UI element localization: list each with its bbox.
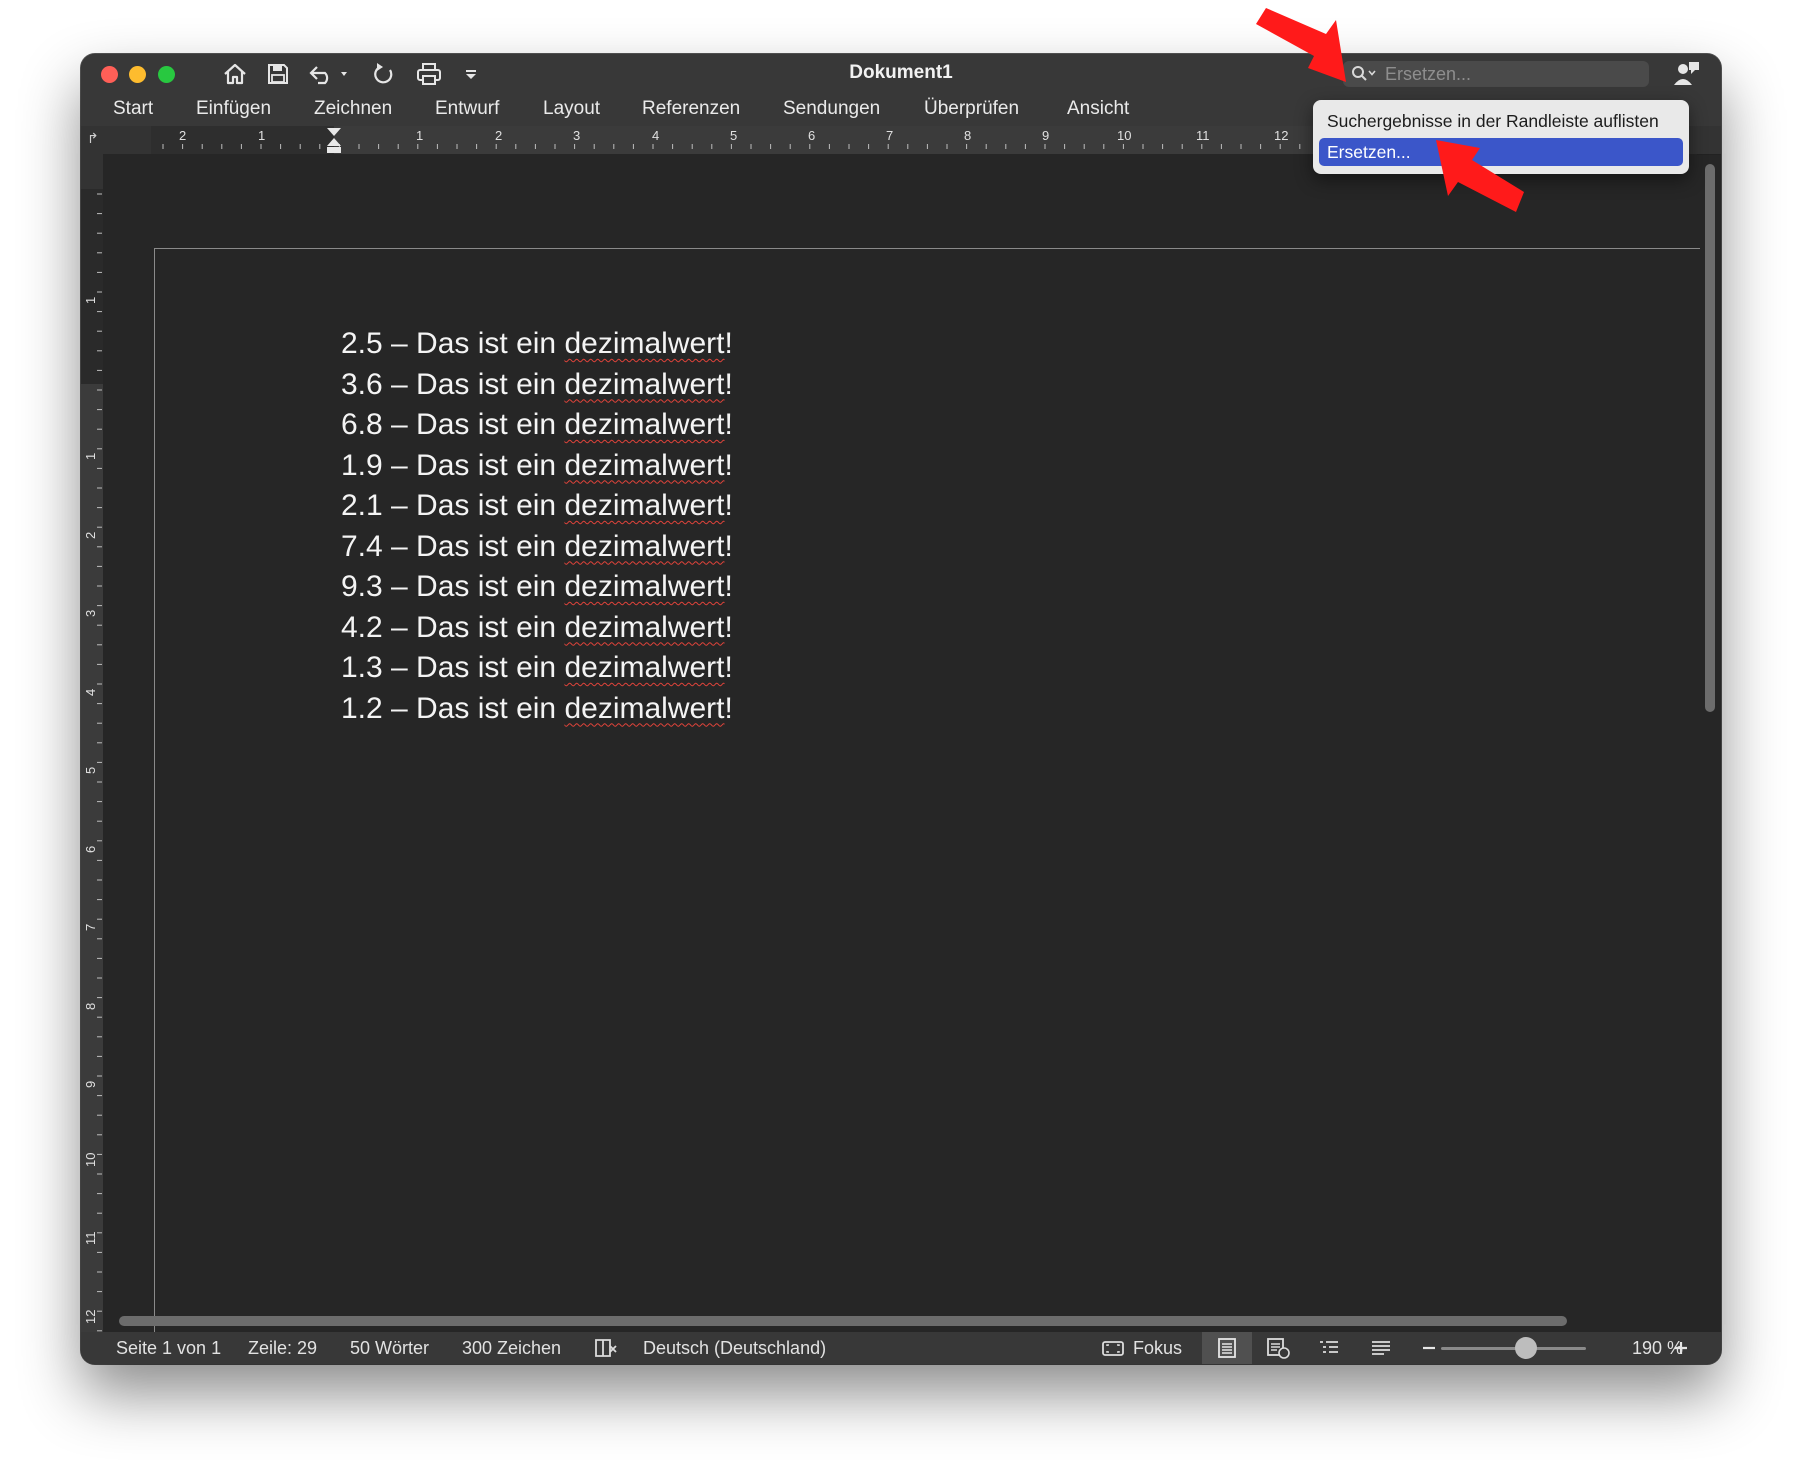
document-line[interactable]: 3.6 – Das ist ein dezimalwert! xyxy=(341,365,733,406)
horizontal-scrollbar[interactable] xyxy=(119,1316,1567,1326)
ruler-label: 6 xyxy=(808,128,815,143)
page-border xyxy=(154,248,155,1358)
ruler-label: 12 xyxy=(83,1310,98,1324)
zoom-slider-handle[interactable] xyxy=(1515,1337,1537,1359)
print-icon[interactable] xyxy=(413,60,445,88)
minimize-window-button[interactable] xyxy=(129,66,146,83)
share-icon[interactable] xyxy=(1673,60,1701,93)
customize-toolbar-icon[interactable] xyxy=(461,60,481,88)
document-line[interactable]: 7.4 – Das ist ein dezimalwert! xyxy=(341,527,733,568)
status-language[interactable]: Deutsch (Deutschland) xyxy=(643,1338,826,1359)
outline-view-icon[interactable] xyxy=(1317,1336,1341,1364)
ruler-label: 5 xyxy=(83,767,98,774)
ruler-label: 2 xyxy=(179,128,186,143)
page-border xyxy=(155,248,1700,249)
focus-button[interactable]: Fokus xyxy=(1133,1338,1182,1359)
ruler-label: 8 xyxy=(964,128,971,143)
ruler-label: 6 xyxy=(83,846,98,853)
ruler-label: 1 xyxy=(416,128,423,143)
status-words[interactable]: 50 Wörter xyxy=(350,1338,429,1359)
ruler-label: 11 xyxy=(1196,128,1210,143)
misspelled-word: dezimalwert xyxy=(564,570,725,603)
draft-view-icon[interactable] xyxy=(1369,1336,1393,1364)
ruler-label: 2 xyxy=(495,128,502,143)
zoom-slider[interactable] xyxy=(1441,1347,1586,1350)
status-page[interactable]: Seite 1 von 1 xyxy=(116,1338,221,1359)
document-line[interactable]: 1.2 – Das ist ein dezimalwert! xyxy=(341,689,733,730)
ruler-label: 10 xyxy=(83,1153,98,1167)
home-icon[interactable] xyxy=(219,60,251,88)
document-line[interactable]: 1.9 – Das ist ein dezimalwert! xyxy=(341,446,733,487)
ruler-label: 3 xyxy=(83,610,98,617)
tab-entwurf[interactable]: Entwurf xyxy=(435,98,499,120)
close-window-button[interactable] xyxy=(101,66,118,83)
search-box[interactable] xyxy=(1343,61,1649,87)
ruler-label: 1 xyxy=(83,453,98,460)
document-line[interactable]: 4.2 – Das ist ein dezimalwert! xyxy=(341,608,733,649)
save-icon[interactable] xyxy=(263,60,293,88)
vertical-scrollbar[interactable] xyxy=(1705,164,1715,712)
misspelled-word: dezimalwert xyxy=(564,489,725,522)
ruler-label: 11 xyxy=(83,1232,98,1246)
misspelled-word: dezimalwert xyxy=(564,651,725,684)
status-bar: Seite 1 von 1 Zeile: 29 50 Wörter 300 Ze… xyxy=(81,1332,1721,1364)
document-line[interactable]: 1.3 – Das ist ein dezimalwert! xyxy=(341,648,733,689)
annotation-arrow-icon xyxy=(1256,8,1346,82)
vruler-ticks: 1 1 2 3 4 5 6 7 8 9 10 11 12 xyxy=(81,189,103,1334)
proofing-icon[interactable] xyxy=(593,1336,619,1364)
undo-icon[interactable] xyxy=(307,60,351,88)
web-layout-icon[interactable] xyxy=(1265,1336,1291,1364)
ruler-label: 2 xyxy=(83,532,98,539)
tab-layout[interactable]: Layout xyxy=(543,98,600,120)
document-line[interactable]: 2.5 – Das ist ein dezimalwert! xyxy=(341,324,733,365)
search-icon[interactable] xyxy=(1351,65,1377,83)
annotation-arrow-icon xyxy=(1436,140,1524,212)
redo-icon[interactable] xyxy=(369,60,399,88)
document-line[interactable]: 2.1 – Das ist ein dezimalwert! xyxy=(341,486,733,527)
tab-einfuegen[interactable]: Einfügen xyxy=(196,98,271,120)
focus-icon[interactable] xyxy=(1101,1336,1125,1364)
misspelled-word: dezimalwert xyxy=(564,448,725,482)
status-line: Zeile: 29 xyxy=(248,1338,318,1358)
maximize-window-button[interactable] xyxy=(158,66,175,83)
misspelled-word: dezimalwert xyxy=(564,327,725,360)
tab-ueberpruefen[interactable]: Überprüfen xyxy=(924,98,1019,120)
misspelled-word: dezimalwert xyxy=(564,691,725,725)
tab-ansicht[interactable]: Ansicht xyxy=(1067,98,1129,120)
tab-zeichnen[interactable]: Zeichnen xyxy=(314,98,392,120)
misspelled-word: dezimalwert xyxy=(564,610,725,644)
ruler-label: 5 xyxy=(730,128,737,143)
menu-item-list-results-sidebar[interactable]: Suchergebnisse in der Randleiste auflist… xyxy=(1319,107,1683,135)
vertical-ruler[interactable]: 1 1 2 3 4 5 6 7 8 9 10 11 12 xyxy=(81,154,103,1334)
document-body[interactable]: 2.5 – Das ist ein dezimalwert! 3.6 – Das… xyxy=(341,324,733,729)
document-line[interactable]: 9.3 – Das ist ein dezimalwert! xyxy=(341,567,733,608)
ruler-label: 7 xyxy=(83,924,98,931)
status-chars[interactable]: 300 Zeichen xyxy=(462,1338,561,1359)
ruler-label: 4 xyxy=(83,689,98,696)
ruler-label: 9 xyxy=(83,1081,98,1088)
tab-sendungen[interactable]: Sendungen xyxy=(783,98,880,120)
search-input[interactable] xyxy=(1383,62,1637,86)
ruler-label: 7 xyxy=(886,128,893,143)
misspelled-word: dezimalwert xyxy=(564,367,725,401)
misspelled-word: dezimalwert xyxy=(564,408,725,441)
tab-start[interactable]: Start xyxy=(113,98,153,120)
ruler-label: 9 xyxy=(1042,128,1049,143)
tab-referenzen[interactable]: Referenzen xyxy=(642,98,740,120)
ruler-label: 1 xyxy=(83,297,98,304)
print-layout-icon[interactable] xyxy=(1215,1336,1239,1364)
word-window: Dokument1 Start Einfügen Zeichnen Entwur… xyxy=(81,54,1721,1364)
ruler-label: 4 xyxy=(652,128,659,143)
ruler-label: 10 xyxy=(1117,128,1131,143)
document-line[interactable]: 6.8 – Das ist ein dezimalwert! xyxy=(341,405,733,446)
title-bar: Dokument1 xyxy=(81,54,1721,92)
ruler-label: 8 xyxy=(83,1003,98,1010)
misspelled-word: dezimalwert xyxy=(564,529,725,563)
zoom-out-icon[interactable] xyxy=(1420,1337,1438,1364)
ruler-label: 1 xyxy=(258,128,265,143)
ruler-label: 12 xyxy=(1274,128,1288,143)
ruler-label: 3 xyxy=(573,128,580,143)
zoom-level[interactable]: 190 % xyxy=(1632,1338,1683,1359)
